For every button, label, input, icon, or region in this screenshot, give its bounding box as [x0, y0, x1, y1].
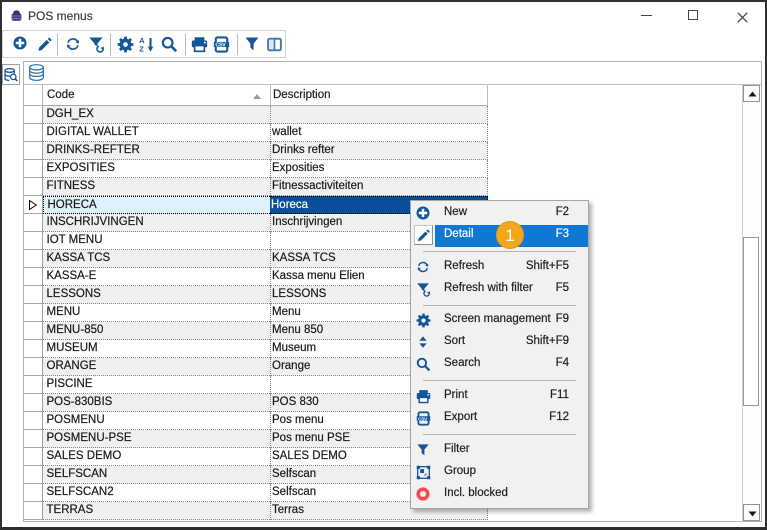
svg-text:Z: Z: [139, 45, 144, 53]
svg-text:CSV: CSV: [215, 43, 226, 49]
svg-text:CSV: CSV: [418, 416, 428, 421]
